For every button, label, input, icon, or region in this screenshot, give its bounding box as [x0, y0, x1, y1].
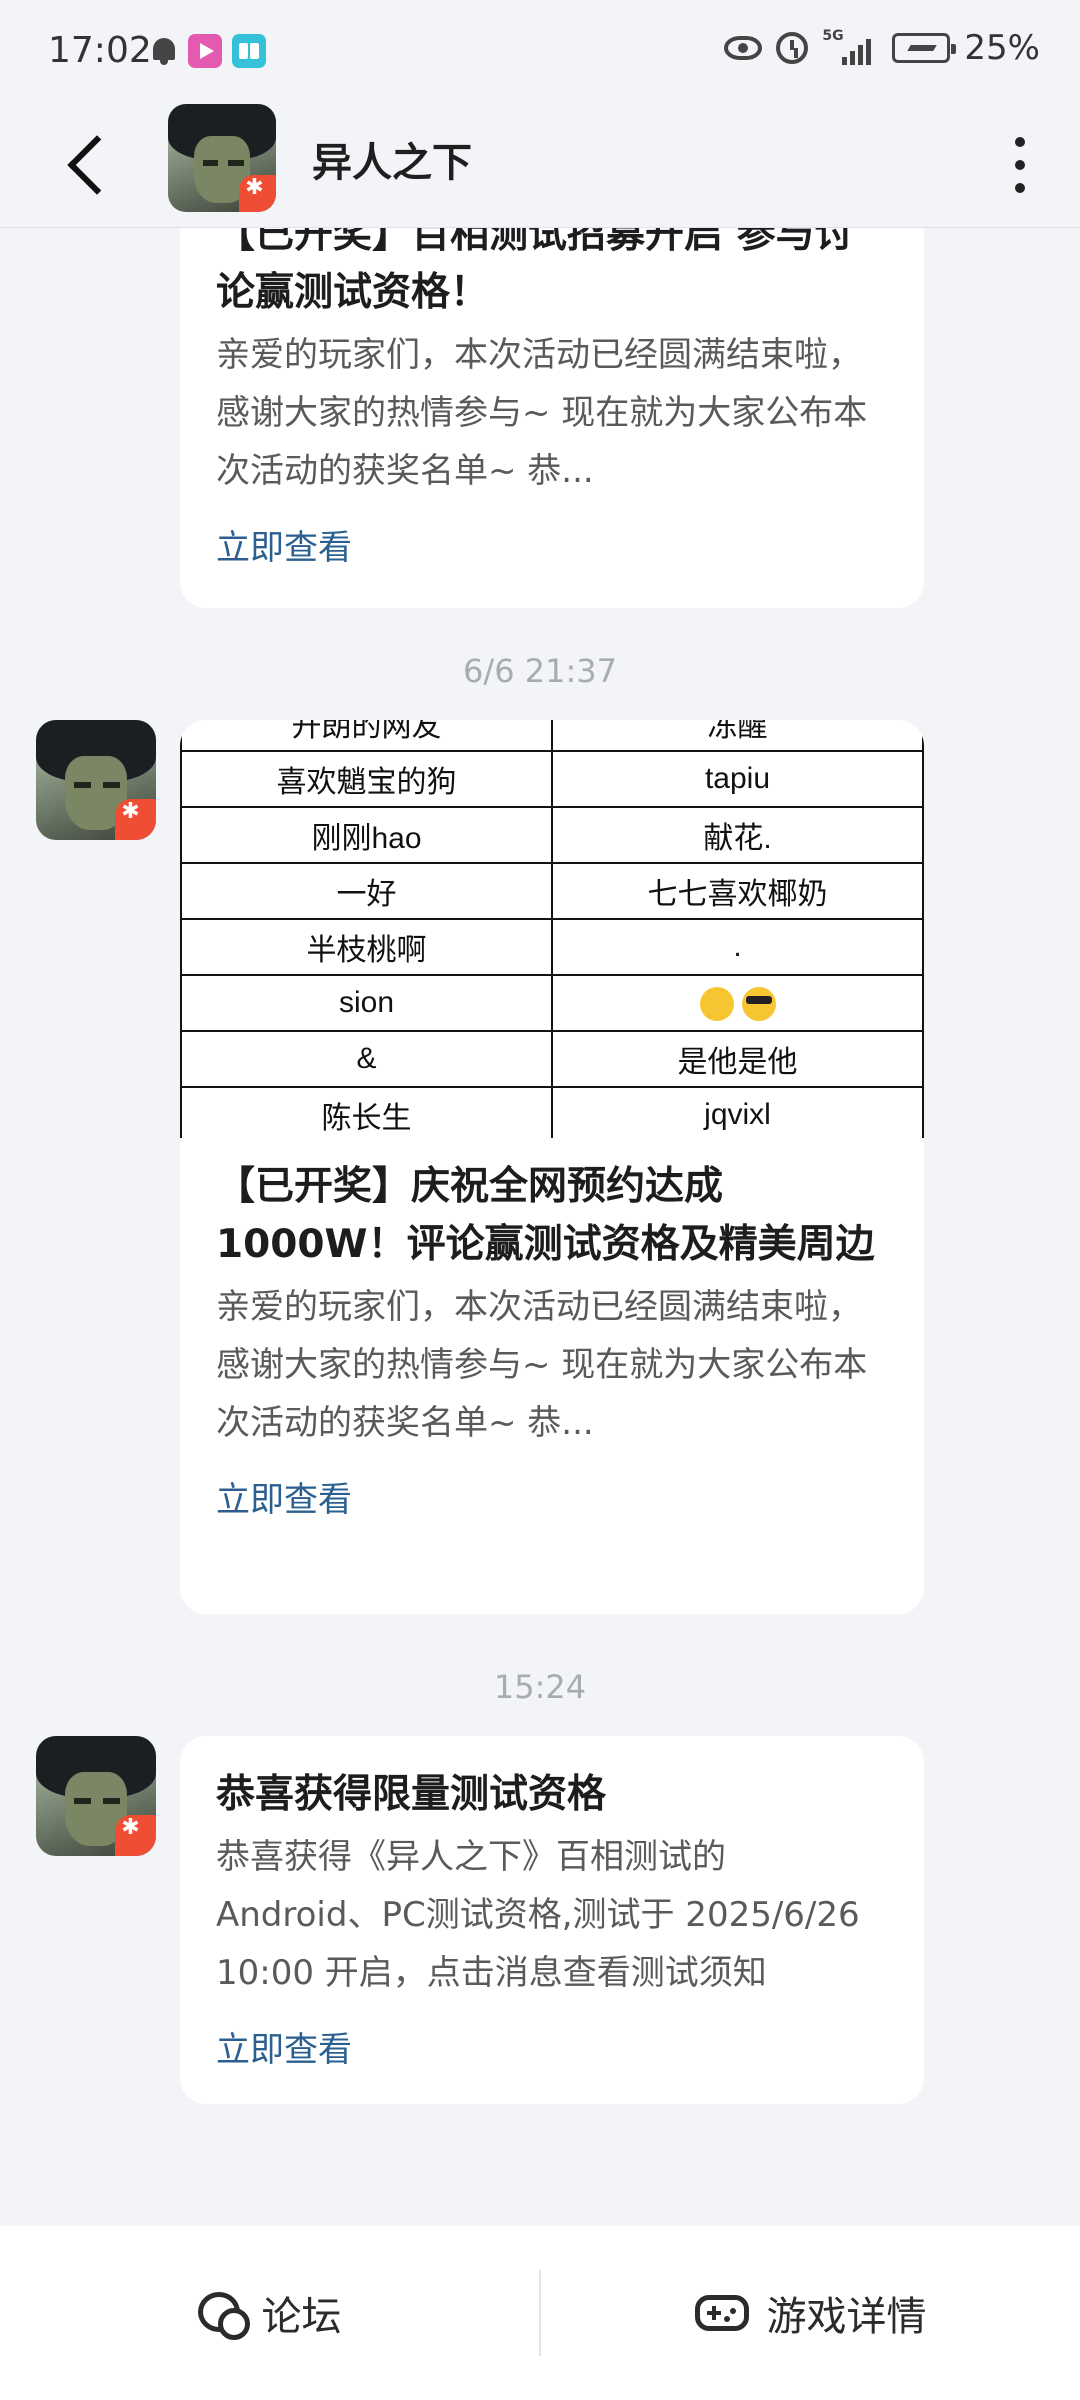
top-app-bar: 异人之下: [0, 100, 1080, 228]
message-time: 15:24: [493, 1668, 587, 1706]
status-time: 17:02: [48, 30, 152, 71]
table-row: 一好 七七喜欢椰奶: [180, 862, 924, 920]
game-detail-label: 游戏详情: [766, 2294, 927, 2340]
message-time: 6/6 21:37: [463, 652, 617, 690]
message-list[interactable]: 【已开奖】百相测试招募开启 参与讨论赢测试资格！ 亲爱的玩家们，本次活动已经圆满…: [0, 228, 1080, 2226]
message-title: 【已开奖】百相测试招募开启 参与讨论赢测试资格！: [216, 228, 854, 315]
confused-face-icon: [699, 986, 734, 1021]
forum-chat-icon: [197, 2292, 250, 2340]
signal-icon: 5G: [822, 29, 878, 65]
forum-label: 论坛: [261, 2294, 342, 2340]
winners-table-image: 开朗的网友 冻醒 喜欢魈宝的狗 tapiu 刚刚hao 献花. 一好 七七喜欢椰奶 半枝…: [180, 720, 924, 1138]
bell-icon: [150, 36, 178, 66]
gamepad-icon: [694, 2295, 749, 2331]
message-card[interactable]: 开朗的网友 冻醒 喜欢魈宝的狗 tapiu 刚刚hao 献花. 一好 七七喜欢椰奶 半枝…: [180, 720, 924, 1614]
bottom-bar: 论坛 游戏详情: [0, 2226, 1080, 2400]
notification-icons: [150, 34, 266, 68]
page-title: 异人之下: [312, 140, 472, 186]
sender-avatar[interactable]: [36, 720, 156, 840]
forum-button[interactable]: 论坛: [0, 2226, 539, 2400]
battery-percent: 25%: [964, 28, 1040, 68]
message-title: 恭喜获得限量测试资格: [216, 1772, 607, 1817]
message-desc: 恭喜获得《异人之下》百相测试的Android、PC测试资格,测试于 2025/6…: [216, 1837, 860, 1993]
alarm-icon: [776, 32, 809, 64]
system-icons: 5G 25%: [724, 28, 1040, 68]
status-bar: 17:02 5G 25%: [0, 0, 1080, 100]
game-detail-button[interactable]: 游戏详情: [541, 2226, 1080, 2400]
message-card[interactable]: 恭喜获得限量测试资格 恭喜获得《异人之下》百相测试的Android、PC测试资格…: [180, 1736, 924, 2104]
back-button[interactable]: [60, 128, 120, 200]
view-now-link[interactable]: 立即查看: [180, 520, 924, 569]
sender-avatar[interactable]: [36, 1736, 156, 1856]
video-app-icon: [188, 34, 222, 68]
table-row: sion: [180, 974, 924, 1032]
table-row: & 是他是他: [180, 1030, 924, 1088]
table-row: 喜欢魈宝的狗 tapiu: [180, 750, 924, 808]
more-options-button[interactable]: [1008, 132, 1032, 196]
emoji-cell: [551, 974, 924, 1032]
message-card[interactable]: 【已开奖】百相测试招募开启 参与讨论赢测试资格！ 亲爱的玩家们，本次活动已经圆满…: [180, 228, 924, 608]
table-row: 开朗的网友 冻醒: [180, 720, 924, 752]
eye-icon: [724, 36, 763, 60]
message-title: 【已开奖】庆祝全网预约达成1000W！评论赢测试资格及精美周边: [216, 1164, 875, 1267]
table-row: 陈长生 jqvixl: [180, 1086, 924, 1138]
message-desc: 亲爱的玩家们，本次活动已经圆满结束啦，感谢大家的热情参与~ 现在就为大家公布本次…: [216, 1287, 868, 1443]
view-now-link[interactable]: 立即查看: [180, 2022, 924, 2071]
battery-charging-icon: [892, 33, 957, 63]
sunglasses-face-icon: [741, 986, 776, 1021]
table-row: 刚刚hao 献花.: [180, 806, 924, 864]
message-desc: 亲爱的玩家们，本次活动已经圆满结束啦，感谢大家的热情参与~ 现在就为大家公布本次…: [216, 335, 868, 491]
game-avatar[interactable]: [168, 104, 276, 212]
reader-app-icon: [232, 34, 266, 68]
view-now-link[interactable]: 立即查看: [180, 1472, 924, 1521]
table-row: 半枝桃啊.: [180, 918, 924, 976]
